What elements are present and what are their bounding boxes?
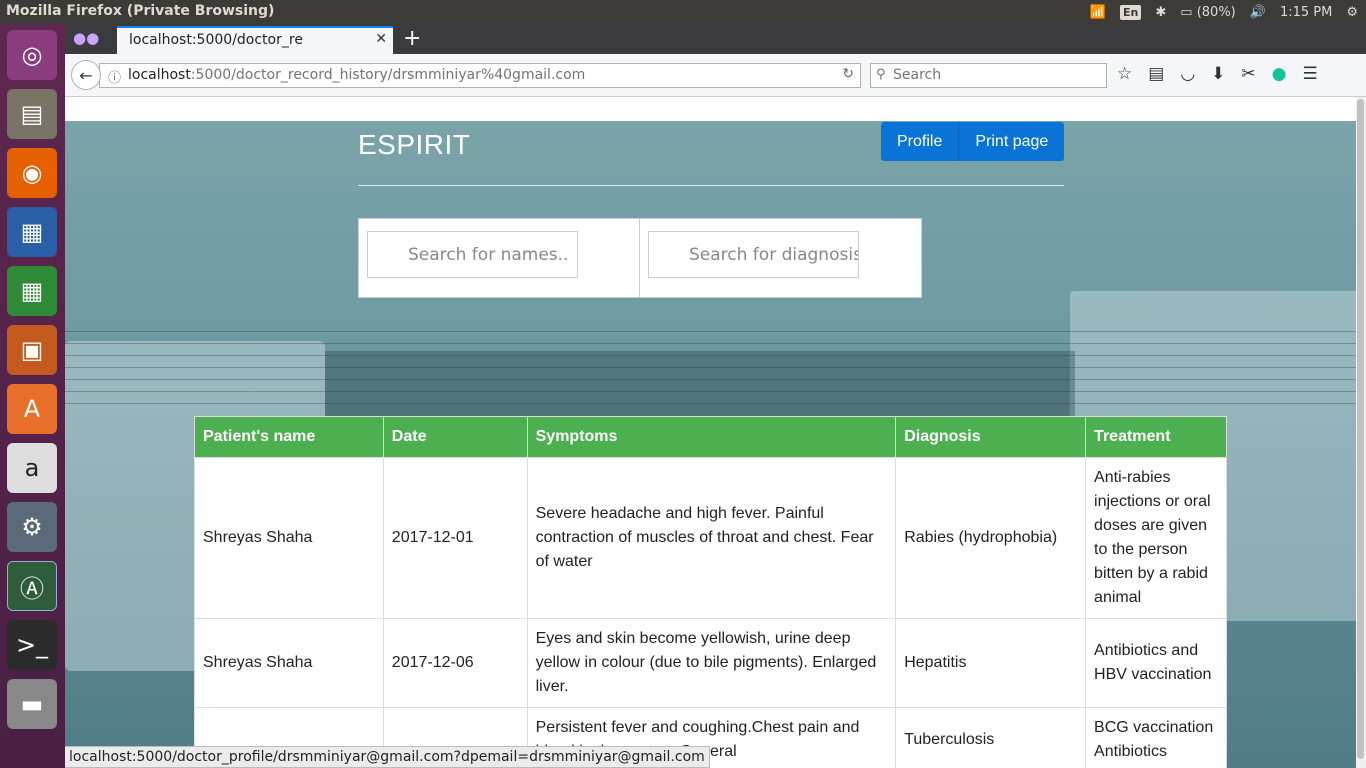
files-icon[interactable]: ▤ (7, 89, 57, 139)
downloads-icon[interactable]: ⬇ (1211, 64, 1225, 84)
diagnosis-search-cell (640, 219, 921, 297)
toolbar-icons: ☆ ▤ ◡ ⬇ ✂ ● ☰ (1117, 64, 1318, 84)
cell-symptoms: Severe headache and high fever. Painful … (526, 457, 897, 619)
software-updater-icon[interactable]: Ⓐ (7, 561, 57, 611)
cell-patient-name: Shreyas Shaha (194, 618, 384, 708)
bookmark-star-icon[interactable]: ☆ (1117, 64, 1132, 84)
settings-gear-icon[interactable]: ⚙ (1346, 5, 1358, 20)
battery-indicator[interactable]: ▭ (80%) (1180, 5, 1235, 20)
patient-records-table: Patient's name Date Symptoms Diagnosis T… (194, 416, 1227, 768)
filter-panel (358, 218, 922, 298)
search-icon: ⚲ (876, 67, 886, 82)
back-arrow-icon: ← (79, 65, 93, 85)
cell-treatment: Anti-rabies injections or oral doses are… (1085, 457, 1227, 619)
url-host: localhost (128, 67, 191, 83)
drive-icon[interactable]: ▬ (7, 679, 57, 729)
cell-diagnosis: Rabies (hydrophobia) (895, 457, 1087, 619)
os-top-panel: Mozilla Firefox (Private Browsing) 📶 En … (0, 0, 1366, 24)
terminal-icon[interactable]: >_ (7, 620, 57, 670)
back-button[interactable]: ← (71, 60, 101, 90)
grammarly-icon[interactable]: ● (1272, 64, 1287, 84)
header-symptoms: Symptoms (526, 416, 897, 458)
battery-percent: (80%) (1196, 4, 1236, 20)
cell-diagnosis: Tuberculosis (895, 707, 1087, 768)
new-tab-button[interactable]: + (403, 26, 421, 51)
web-search-input[interactable]: ⚲ Search (870, 63, 1107, 88)
name-search-cell (359, 219, 640, 297)
search-diagnosis-input[interactable] (648, 231, 859, 278)
screenshot-scissors-icon[interactable]: ✂ (1241, 64, 1255, 84)
site-info-icon[interactable]: ⓘ (108, 67, 121, 86)
table-row: Shreyas Shaha 2017-12-06 Eyes and skin b… (194, 618, 1227, 708)
ubuntu-dash-icon[interactable]: ◎ (7, 30, 57, 80)
cell-date: 2017-12-06 (382, 618, 528, 708)
header-patient-name: Patient's name (194, 416, 384, 458)
libreoffice-calc-icon[interactable]: ▦ (7, 266, 57, 316)
reader-list-icon[interactable]: ▤ (1148, 64, 1164, 84)
volume-icon[interactable]: 🔊 (1250, 5, 1266, 20)
cell-patient-name: Shreyas Shaha (194, 457, 384, 619)
browser-tab[interactable]: localhost:5000/doctor_re ✕ (117, 26, 393, 54)
amazon-icon[interactable]: a (7, 443, 57, 493)
site-brand[interactable]: ESPIRIT (358, 129, 470, 161)
tab-title: localhost:5000/doctor_re (129, 32, 303, 48)
browser-nav-bar: ⓘ localhost:5000/doctor_record_history/d… (65, 54, 1366, 97)
firefox-icon[interactable]: ◉ (7, 148, 57, 198)
browser-tab-bar: ●● localhost:5000/doctor_re ✕ + (65, 24, 1366, 54)
cell-treatment: BCG vaccination Antibiotics (1085, 707, 1227, 768)
cell-date: 2017-12-01 (382, 457, 528, 619)
software-center-icon[interactable]: A (7, 384, 57, 434)
table-row: Shreyas Shaha 2017-12-01 Severe headache… (194, 457, 1227, 619)
libreoffice-impress-icon[interactable]: ▣ (7, 325, 57, 375)
header-date: Date (382, 416, 528, 458)
libreoffice-writer-icon[interactable]: ▦ (7, 207, 57, 257)
cell-symptoms: Eyes and skin become yellowish, urine de… (526, 618, 897, 708)
page-viewport: ESPIRIT Profile Print page Patient's nam… (65, 97, 1356, 768)
pocket-icon[interactable]: ◡ (1180, 64, 1195, 84)
wifi-icon[interactable]: 📶 (1090, 5, 1106, 20)
hamburger-menu-icon[interactable]: ☰ (1303, 64, 1318, 84)
search-names-input[interactable] (367, 231, 578, 278)
table-header-row: Patient's name Date Symptoms Diagnosis T… (194, 416, 1227, 458)
cell-diagnosis: Hepatitis (895, 618, 1087, 708)
header-button-group: Profile Print page (881, 122, 1065, 161)
window-title: Mozilla Firefox (Private Browsing) (6, 3, 275, 19)
scrollbar-thumb[interactable] (1357, 99, 1364, 759)
header-diagnosis: Diagnosis (895, 416, 1087, 458)
header-divider (358, 185, 1064, 186)
header-treatment: Treatment (1085, 416, 1227, 458)
system-settings-icon[interactable]: ⚙ (7, 502, 57, 552)
bluetooth-icon[interactable]: ✱ (1155, 5, 1166, 20)
url-bar[interactable]: ⓘ localhost:5000/doctor_record_history/d… (99, 63, 861, 88)
close-tab-icon[interactable]: ✕ (375, 31, 387, 47)
cell-treatment: Antibiotics and HBV vaccination (1085, 618, 1227, 708)
clock[interactable]: 1:15 PM (1280, 5, 1332, 20)
system-tray: 📶 En ✱ ▭ (80%) 🔊 1:15 PM ⚙ (1090, 0, 1358, 24)
page-scrollbar[interactable] (1356, 97, 1366, 768)
keyboard-layout-indicator[interactable]: En (1120, 4, 1142, 20)
battery-icon: ▭ (1180, 4, 1193, 20)
url-path: :5000/doctor_record_history/drsmminiyar%… (190, 67, 586, 83)
reload-icon[interactable]: ↻ (842, 66, 854, 82)
profile-button[interactable]: Profile (881, 122, 960, 161)
link-status-bar: localhost:5000/doctor_profile/drsmminiya… (65, 746, 710, 768)
print-page-button[interactable]: Print page (959, 122, 1065, 161)
web-search-placeholder: Search (893, 67, 942, 83)
private-browsing-mask-icon: ●● (73, 29, 100, 47)
ubuntu-launcher: ◎ ▤ ◉ ▦ ▦ ▣ A a ⚙ Ⓐ >_ ▬ (0, 24, 65, 768)
